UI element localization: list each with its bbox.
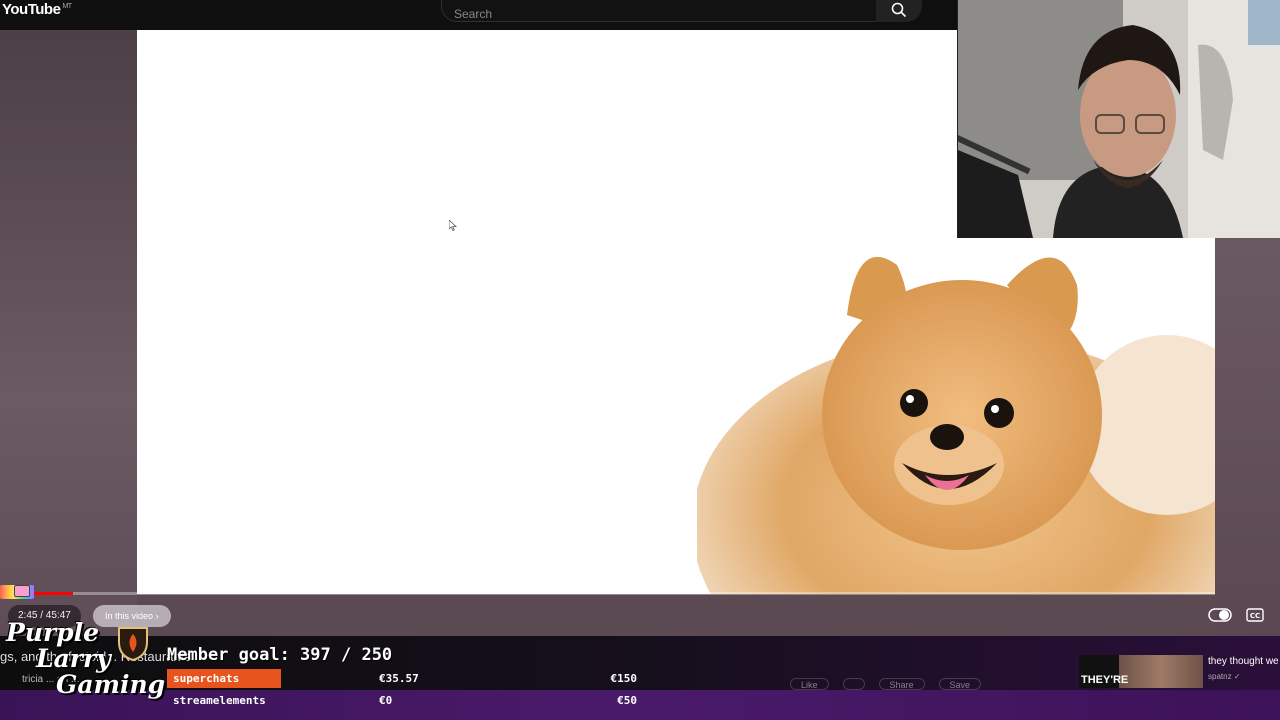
donation-goal: €150 xyxy=(610,672,638,685)
left-background-blur xyxy=(0,30,137,640)
logo-text: YouTube xyxy=(2,1,61,18)
webcam-feed xyxy=(957,0,1280,238)
youtube-logo[interactable]: YouTube MT xyxy=(2,1,72,18)
autoplay-toggle-icon[interactable] xyxy=(1208,607,1232,623)
donation-current: €35.57 xyxy=(379,672,419,685)
dislike-button[interactable] xyxy=(842,678,865,690)
search-placeholder: Search xyxy=(454,7,493,21)
recommended-video-channel: spatnz ✓ xyxy=(1208,672,1241,681)
captions-icon[interactable]: CC xyxy=(1246,608,1264,622)
logo-line-3: Gaming xyxy=(56,670,166,699)
logo-region: MT xyxy=(62,3,72,10)
recommended-video-title[interactable]: they thought we xyxy=(1208,656,1279,667)
recommended-video-thumbnail[interactable]: THEY'RE xyxy=(1079,655,1203,688)
search-input[interactable]: Search xyxy=(441,0,877,22)
video-action-buttons: Like Share Save xyxy=(790,678,1070,690)
crest-icon xyxy=(118,627,148,662)
donation-current: €0 xyxy=(379,694,393,707)
share-button[interactable]: Share xyxy=(878,678,925,690)
channel-name: spatnz xyxy=(1208,672,1232,681)
pomeranian-dog-image xyxy=(697,256,1215,594)
right-background-blur xyxy=(1215,238,1280,638)
search-button[interactable] xyxy=(876,0,922,22)
youtube-top-bar: YouTube MT Search xyxy=(0,0,957,30)
thumbnail-face-image xyxy=(1119,655,1203,688)
donation-label: superchats xyxy=(167,669,281,688)
save-button[interactable]: Save xyxy=(938,678,982,690)
streamer-webcam-image xyxy=(958,0,1280,238)
progress-track[interactable] xyxy=(0,592,1215,595)
member-goal-text: Member goal: 397 / 250 xyxy=(167,645,393,665)
svg-text:CC: CC xyxy=(1250,612,1260,620)
donation-row-superchats: superchats €35.57 €150 xyxy=(167,669,639,689)
scrubber-cat-icon[interactable] xyxy=(14,585,30,597)
search-icon xyxy=(891,2,907,18)
verified-icon: ✓ xyxy=(1233,672,1241,681)
donation-row-streamelements: streamelements €0 €50 xyxy=(167,691,639,711)
donation-goal: €50 xyxy=(617,694,637,707)
donation-label: streamelements xyxy=(173,694,266,707)
mouse-cursor-icon xyxy=(449,220,457,231)
thumbnail-text: THEY'RE xyxy=(1081,674,1129,686)
like-button[interactable]: Like xyxy=(790,678,829,690)
